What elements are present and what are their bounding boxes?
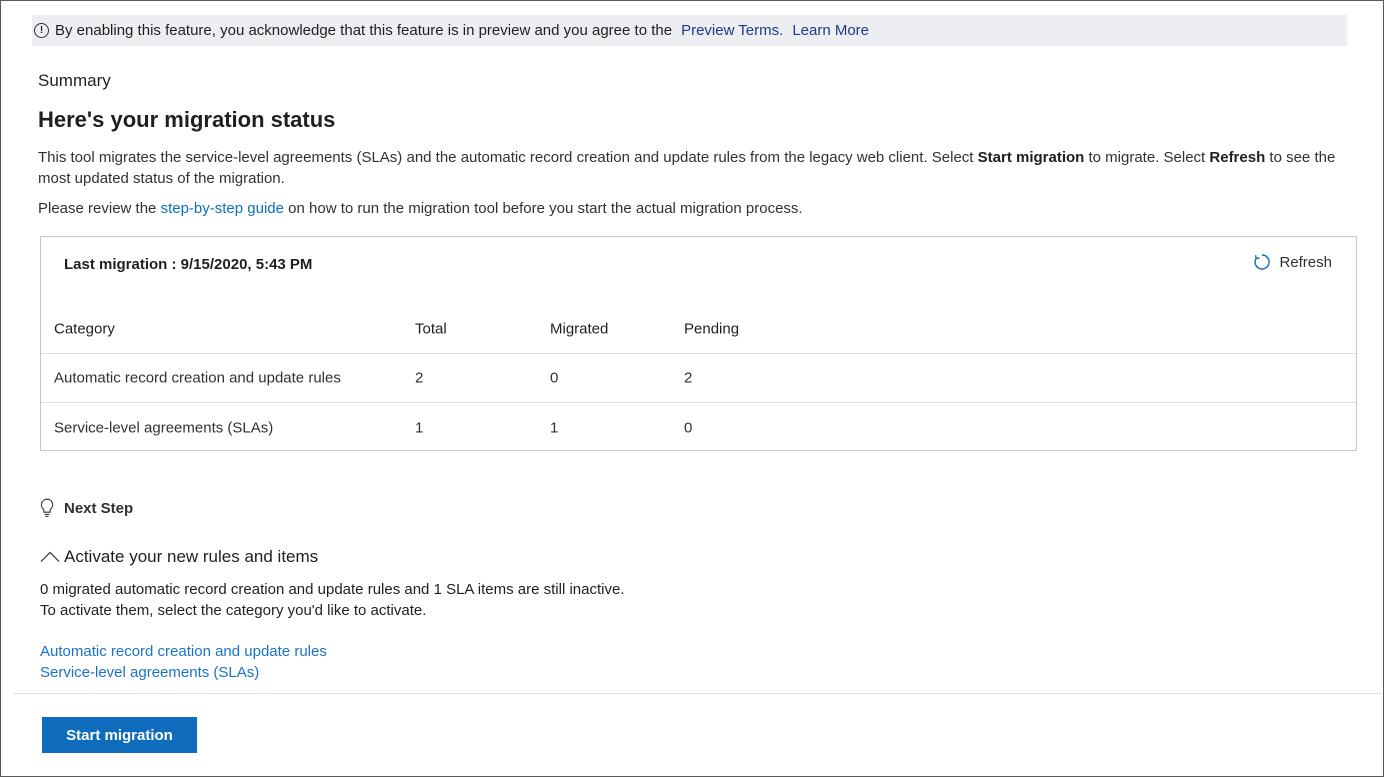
- info-icon: !: [34, 23, 49, 38]
- row-pending: 2: [684, 369, 693, 387]
- last-migration-label: Last migration : 9/15/2020, 5:43 PM: [64, 256, 313, 273]
- preview-banner: ! By enabling this feature, you acknowle…: [32, 15, 1347, 46]
- description: This tool migrates the service-level agr…: [38, 147, 1348, 189]
- row-pending: 0: [684, 419, 693, 436]
- table-row: Automatic record creation and update rul…: [41, 354, 1356, 403]
- column-header-migrated: Migrated: [550, 320, 609, 338]
- refresh-button[interactable]: Refresh: [1253, 253, 1332, 271]
- migration-status-card: Last migration : 9/15/2020, 5:43 PM Refr…: [40, 236, 1357, 451]
- description-part2: to migrate. Select: [1084, 149, 1210, 166]
- inactive-items-text: 0 migrated automatic record creation and…: [40, 579, 624, 621]
- activate-automatic-rules-link[interactable]: Automatic record creation and update rul…: [40, 643, 327, 660]
- summary-label: Summary: [38, 71, 111, 90]
- row-total: 1: [415, 419, 424, 436]
- lightbulb-icon: [40, 498, 54, 517]
- table-header-row: Category Total Migrated Pending: [41, 305, 1356, 354]
- column-header-category: Category: [54, 320, 115, 338]
- banner-text: By enabling this feature, you acknowledg…: [55, 22, 673, 39]
- next-step-label: Next Step: [64, 499, 134, 517]
- activate-slas-link[interactable]: Service-level agreements (SLAs): [40, 664, 259, 681]
- start-migration-button[interactable]: Start migration: [42, 717, 197, 753]
- page-title: Here's your migration status: [38, 107, 336, 132]
- row-category: Service-level agreements (SLAs): [54, 419, 274, 436]
- activate-section-toggle[interactable]: Activate your new rules and items: [40, 547, 318, 567]
- description-part1: This tool migrates the service-level agr…: [38, 149, 978, 166]
- activate-heading: Activate your new rules and items: [64, 547, 319, 566]
- description-start-migration: Start migration: [977, 149, 1085, 166]
- row-total: 2: [415, 369, 424, 387]
- footer-divider: [14, 693, 1382, 694]
- row-migrated: 1: [550, 419, 559, 436]
- chevron-up-icon: [40, 551, 60, 562]
- inactive-line2: To activate them, select the category yo…: [40, 602, 427, 619]
- review-prefix: Please review the: [38, 200, 161, 217]
- row-migrated: 0: [550, 369, 559, 387]
- table-row: Service-level agreements (SLAs) 1 1 0: [41, 403, 1356, 452]
- description-refresh: Refresh: [1209, 149, 1266, 166]
- preview-terms-link[interactable]: Preview Terms.: [681, 22, 783, 39]
- column-header-total: Total: [415, 320, 447, 338]
- refresh-label: Refresh: [1279, 253, 1332, 271]
- migration-table: Category Total Migrated Pending Automati…: [41, 305, 1356, 452]
- step-by-step-guide-link[interactable]: step-by-step guide: [161, 200, 284, 217]
- inactive-line1: 0 migrated automatic record creation and…: [40, 581, 625, 598]
- refresh-icon: [1254, 254, 1271, 270]
- next-step-header: Next Step: [40, 498, 133, 518]
- row-category: Automatic record creation and update rul…: [54, 369, 341, 387]
- review-text: Please review the step-by-step guide on …: [38, 200, 803, 217]
- column-header-pending: Pending: [684, 320, 740, 338]
- review-suffix: on how to run the migration tool before …: [283, 200, 803, 217]
- learn-more-link[interactable]: Learn More: [792, 22, 869, 39]
